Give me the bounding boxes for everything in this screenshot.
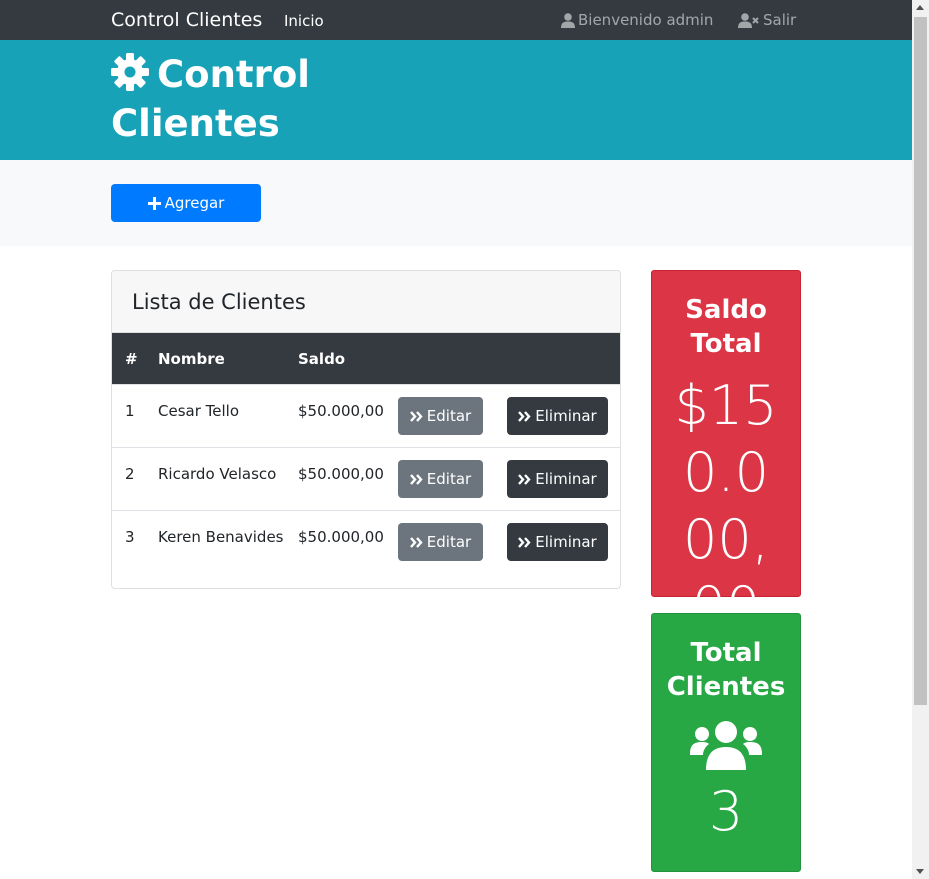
edit-label: Editar bbox=[426, 407, 472, 425]
row-number: 2 bbox=[125, 465, 135, 483]
nav-welcome-link[interactable]: Bienvenido admin bbox=[561, 11, 713, 29]
column-header-name: Nombre bbox=[158, 350, 225, 368]
double-chevron-right-icon bbox=[409, 536, 423, 548]
client-balance: $50.000,00 bbox=[298, 402, 384, 420]
user-times-icon bbox=[738, 12, 759, 28]
exit-label: Salir bbox=[763, 11, 797, 29]
client-name: Cesar Tello bbox=[158, 402, 239, 420]
delete-label: Eliminar bbox=[535, 470, 597, 488]
delete-button[interactable]: Eliminar bbox=[507, 523, 608, 561]
table-row: 1 Cesar Tello $50.000,00 Editar Eliminar bbox=[112, 384, 620, 447]
user-icon bbox=[561, 12, 575, 28]
add-client-label: Agregar bbox=[164, 194, 225, 212]
scroll-up-arrow-icon[interactable] bbox=[916, 5, 924, 10]
plus-icon bbox=[147, 196, 161, 210]
client-balance: $50.000,00 bbox=[298, 465, 384, 483]
total-clients-card: Total Clientes 3 bbox=[651, 613, 801, 872]
edit-button[interactable]: Editar bbox=[398, 523, 483, 561]
client-name: Keren Benavides bbox=[158, 528, 284, 546]
double-chevron-right-icon bbox=[409, 410, 423, 422]
table-row: 2 Ricardo Velasco $50.000,00 Editar Elim… bbox=[112, 447, 620, 510]
total-balance-value: $150.000,00 bbox=[674, 374, 778, 638]
double-chevron-right-icon bbox=[518, 410, 531, 422]
page-header: Control Clientes bbox=[0, 40, 912, 160]
scroll-down-arrow-icon[interactable] bbox=[916, 869, 924, 874]
add-client-button[interactable]: Agregar bbox=[111, 184, 261, 222]
client-list-title: Lista de Clientes bbox=[112, 271, 620, 333]
scrollbar-thumb[interactable] bbox=[914, 17, 927, 705]
total-clients-title: Total Clientes bbox=[666, 638, 786, 702]
delete-label: Eliminar bbox=[535, 533, 597, 551]
edit-label: Editar bbox=[426, 470, 472, 488]
row-number: 1 bbox=[125, 402, 135, 420]
total-balance-card: Saldo Total $150.000,00 bbox=[651, 270, 801, 638]
column-header-number: # bbox=[125, 350, 138, 368]
users-icon bbox=[690, 721, 762, 770]
navbar-brand[interactable]: Control Clientes bbox=[111, 9, 262, 31]
gear-icon bbox=[111, 53, 149, 91]
double-chevron-right-icon bbox=[518, 536, 531, 548]
double-chevron-right-icon bbox=[518, 473, 531, 485]
navbar: Control Clientes Inicio Bienvenido admin… bbox=[0, 0, 912, 40]
edit-label: Editar bbox=[426, 533, 472, 551]
nav-exit-link[interactable]: Salir bbox=[738, 11, 796, 29]
delete-button[interactable]: Eliminar bbox=[507, 460, 608, 498]
actions-bar: Agregar bbox=[0, 160, 912, 246]
table-row: 3 Keren Benavides $50.000,00 Editar Elim… bbox=[112, 510, 620, 573]
client-name: Ricardo Velasco bbox=[158, 465, 277, 483]
delete-label: Eliminar bbox=[535, 407, 597, 425]
nav-link-inicio[interactable]: Inicio bbox=[284, 12, 324, 30]
vertical-scrollbar[interactable] bbox=[912, 0, 929, 879]
welcome-label: Bienvenido admin bbox=[578, 11, 714, 29]
client-list-card: Lista de Clientes # Nombre Saldo 1 Cesar… bbox=[111, 270, 621, 589]
total-balance-title: Saldo Total bbox=[685, 295, 767, 359]
total-clients-count: 3 bbox=[708, 780, 744, 843]
edit-button[interactable]: Editar bbox=[398, 460, 483, 498]
table-header: # Nombre Saldo bbox=[112, 333, 620, 384]
row-number: 3 bbox=[125, 528, 135, 546]
edit-button[interactable]: Editar bbox=[398, 397, 483, 435]
delete-button[interactable]: Eliminar bbox=[507, 397, 608, 435]
page-title: Control Clientes bbox=[111, 50, 341, 148]
double-chevron-right-icon bbox=[409, 473, 423, 485]
column-header-balance: Saldo bbox=[298, 350, 346, 368]
client-balance: $50.000,00 bbox=[298, 528, 384, 546]
